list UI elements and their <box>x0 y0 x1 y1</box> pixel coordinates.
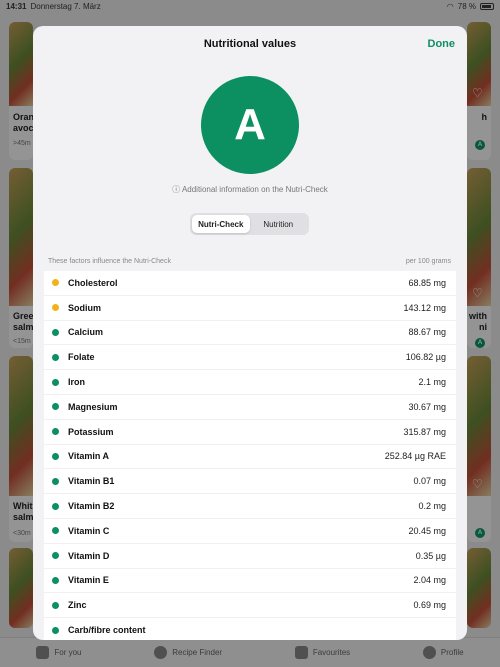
nutrient-value: 30.67 mg <box>408 401 446 412</box>
nutrient-name: Potassium <box>68 426 114 437</box>
nutrient-name: Vitamin D <box>68 550 110 561</box>
nutrient-name: Folate <box>68 352 95 363</box>
status-dot-icon <box>52 378 59 386</box>
nutrient-list: Cholesterol 68.85 mg Sodium 143.12 mg Calciu… <box>44 271 456 640</box>
nutrient-name: Vitamin B1 <box>68 476 115 487</box>
nutrient-value: 2.1 mg <box>418 377 446 388</box>
nutrient-value: 0.69 mg <box>413 600 446 611</box>
status-dot-icon <box>52 477 59 485</box>
nutrient-row: Carb/fibre content <box>44 618 456 640</box>
nutrient-row: Calcium 88.67 mg <box>44 320 456 346</box>
battery-icon <box>480 2 494 10</box>
per-100g-label: per 100 grams <box>405 258 451 265</box>
segment-nutrition[interactable]: Nutrition <box>250 215 308 233</box>
nutrient-row: Vitamin B2 0.2 mg <box>44 494 456 519</box>
status-bar: 14:31 Donnerstag 7. März ◠ 78 % <box>0 0 500 12</box>
factors-label: These factors influence the Nutri-Check <box>48 258 171 265</box>
nutri-check-info-link[interactable]: ⓘ Additional information on the Nutri-Ch… <box>33 184 467 195</box>
nutrient-name: Vitamin C <box>68 525 110 536</box>
nutrient-value: 315.87 mg <box>403 426 446 437</box>
nutrient-row: Folate 106.82 µg <box>44 345 456 371</box>
status-dot-icon <box>52 353 59 361</box>
status-dot-icon <box>52 502 59 510</box>
nutrient-value: 0.2 mg <box>418 501 446 512</box>
nutrient-row: Iron 2.1 mg <box>44 370 456 395</box>
nutrient-row: Magnesium 30.67 mg <box>44 394 456 420</box>
nutrient-value: 88.67 mg <box>408 327 446 338</box>
status-date: Donnerstag 7. März <box>30 1 101 11</box>
nutrient-row: Vitamin D 0.35 µg <box>44 543 456 569</box>
status-dot-icon <box>52 626 59 634</box>
status-dot-icon <box>52 601 59 609</box>
status-dot-icon <box>52 328 59 336</box>
nutrient-name: Cholesterol <box>68 277 118 288</box>
status-dot-icon <box>52 527 59 535</box>
nutrient-row: Potassium 315.87 mg <box>44 419 456 445</box>
status-dot-icon <box>52 279 59 287</box>
segmented-control: Nutri-Check Nutrition <box>190 213 309 235</box>
status-dot-icon <box>52 452 59 460</box>
nutrient-row: Sodium 143.12 mg <box>44 295 456 321</box>
status-dot-icon <box>52 403 59 411</box>
nutrient-row: Vitamin C 20.45 mg <box>44 518 456 544</box>
nutrient-value: 0.35 µg <box>415 550 446 561</box>
done-button[interactable]: Done <box>428 38 456 50</box>
status-dot-icon <box>52 552 59 560</box>
nutrient-name: Calcium <box>68 327 104 338</box>
nutrient-name: Vitamin A <box>68 451 110 462</box>
nutrient-name: Vitamin B2 <box>68 501 115 512</box>
nutrient-row: Zinc 0.69 mg <box>44 593 456 619</box>
nutrient-name: Sodium <box>68 302 101 313</box>
nutrient-name: Vitamin E <box>68 575 109 586</box>
wifi-icon: ◠ <box>446 1 454 11</box>
modal-title: Nutritional values <box>203 38 297 50</box>
nutrient-row: Vitamin B1 0.07 mg <box>44 469 456 495</box>
status-dot-icon <box>52 428 59 436</box>
nutrient-value: 2.04 mg <box>413 575 446 586</box>
nutrient-row: Vitamin A 252.84 µg RAE <box>44 444 456 470</box>
status-dot-icon <box>52 304 59 312</box>
nutritional-values-modal: Nutritional values Done A ⓘ Additional i… <box>33 26 467 640</box>
nutrient-value: 143.12 mg <box>403 302 446 313</box>
nutrient-name: Zinc <box>68 600 87 611</box>
segment-nutri-check[interactable]: Nutri-Check <box>192 215 250 233</box>
nutrient-value: 252.84 µg RAE <box>384 451 446 462</box>
nutrient-name: Carb/fibre content <box>68 625 146 636</box>
nutrient-value: 106.82 µg <box>405 352 446 363</box>
nutrient-value: 68.85 mg <box>408 277 446 288</box>
nutrient-value: 0.07 mg <box>413 476 446 487</box>
battery-percent: 78 % <box>457 1 476 11</box>
status-dot-icon <box>52 576 59 584</box>
nutrient-row: Cholesterol 68.85 mg <box>44 271 456 296</box>
nutrient-row: Vitamin E 2.04 mg <box>44 568 456 594</box>
status-time: 14:31 <box>6 1 27 11</box>
nutrient-value: 20.45 mg <box>408 525 446 536</box>
nutrient-name: Magnesium <box>68 401 118 412</box>
nutrient-name: Iron <box>68 377 85 388</box>
nutri-check-grade: A <box>201 76 299 174</box>
